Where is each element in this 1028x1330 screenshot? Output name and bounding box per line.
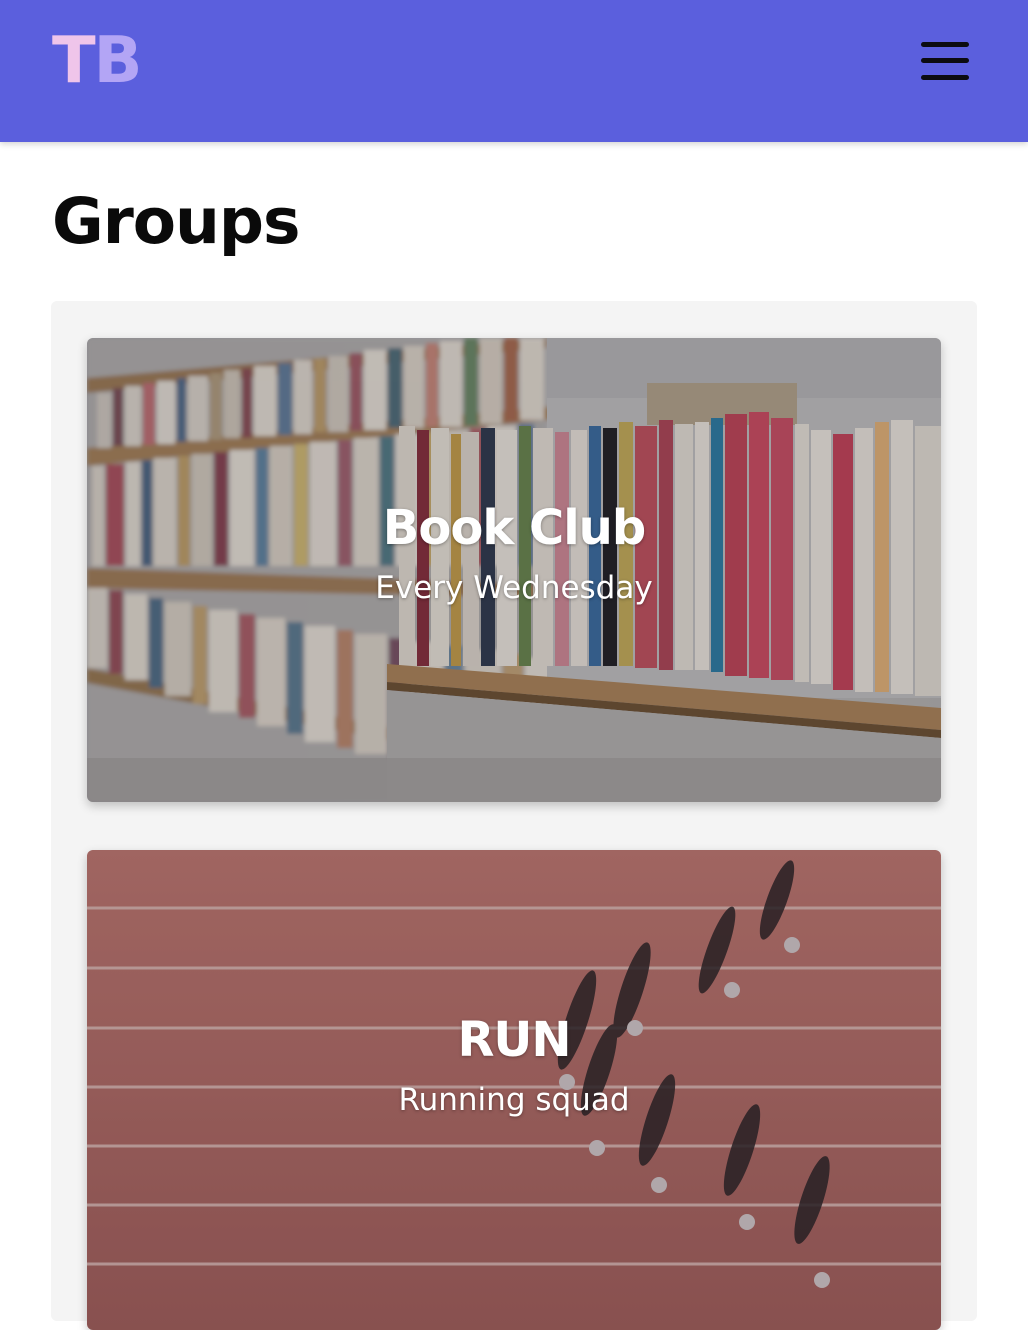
page-title: Groups — [52, 185, 301, 258]
menu-line — [921, 75, 969, 80]
menu-line — [921, 58, 969, 63]
menu-line — [921, 42, 969, 47]
group-subtitle-book-club: Every Wednesday — [375, 570, 653, 606]
hamburger-menu-icon[interactable] — [917, 40, 973, 84]
logo-letter-t: T — [52, 24, 96, 98]
top-header: TB — [0, 0, 1028, 142]
group-title-run: RUN — [457, 1012, 571, 1068]
group-title-book-club: Book Club — [382, 500, 646, 556]
tb-logo[interactable]: TB — [52, 28, 142, 94]
group-subtitle-run: Running squad — [398, 1082, 630, 1118]
logo-letter-b: B — [93, 24, 143, 98]
